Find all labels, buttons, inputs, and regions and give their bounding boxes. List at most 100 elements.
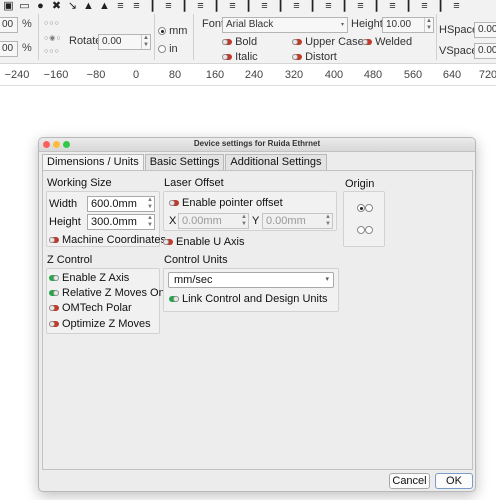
align-icon[interactable]: ┃	[274, 0, 287, 12]
enable-pointer-offset-toggle[interactable]: Enable pointer offset	[169, 197, 283, 209]
origin-bottom-left-radio[interactable]	[357, 225, 365, 234]
monitor-icon[interactable]: ▭	[18, 0, 31, 12]
align-icon[interactable]: ≡	[290, 0, 303, 12]
stepper-icon[interactable]: ▲ ▼	[146, 215, 154, 229]
stepper-icon[interactable]: ▲ ▼	[240, 214, 248, 228]
dialog-titlebar[interactable]: Device settings for Ruida Ethrnet	[39, 138, 475, 152]
optimize-z-moves-toggle[interactable]: Optimize Z Moves	[49, 318, 151, 330]
ruler-tick: −160	[43, 69, 69, 81]
icon-strip: ▣ ▭ ● ✖ ↘ ▲ ▲ ≡ ≡ ┃ ≡ ┃ ≡ ┃ ≡ ┃ ≡ ┃ ≡ ┃ …	[0, 0, 496, 12]
height-field[interactable]: 300.0mm ▲ ▼	[87, 214, 155, 230]
omtech-polar-toggle[interactable]: OMTech Polar	[49, 302, 132, 314]
align-icon[interactable]: ≡	[386, 0, 399, 12]
italic-label: Italic	[235, 51, 258, 63]
origin-top-left-radio[interactable]	[357, 203, 365, 212]
align-icon[interactable]: ≡	[194, 0, 207, 12]
align-icon[interactable]: ≡	[162, 0, 175, 12]
machine-coordinates-label: Machine Coordinates	[62, 234, 166, 246]
enable-z-axis-toggle[interactable]: Enable Z Axis	[49, 272, 129, 284]
arrow-icon[interactable]: ▲	[98, 0, 111, 12]
rotate-field[interactable]: 0.00 ▲ ▼	[98, 34, 151, 50]
cancel-button[interactable]: Cancel	[389, 473, 430, 489]
machine-coordinates-toggle[interactable]: Machine Coordinates	[49, 234, 166, 246]
bold-label: Bold	[235, 36, 258, 48]
toggle-off-icon	[49, 237, 59, 244]
hspace-field[interactable]: 0.00	[474, 22, 496, 38]
align-icon[interactable]: ≡	[354, 0, 367, 12]
enable-pointer-offset-label: Enable pointer offset	[182, 197, 283, 209]
anchor-radio-row[interactable]: ○○○	[44, 20, 60, 27]
offset-x-value: 0.00mm	[182, 215, 222, 227]
font-label: Font	[202, 18, 225, 30]
toggle-off-icon	[49, 321, 59, 328]
vspace-field[interactable]: 0.00	[474, 43, 496, 59]
italic-toggle[interactable]: Italic	[222, 51, 258, 63]
align-icon[interactable]: ┃	[178, 0, 191, 12]
welded-toggle[interactable]: Welded	[362, 36, 412, 48]
align-icon[interactable]: ┃	[434, 0, 447, 12]
align-icon[interactable]: ≡	[322, 0, 335, 12]
stepper-icon[interactable]: ▲ ▼	[146, 197, 154, 211]
bold-toggle[interactable]: Bold	[222, 36, 257, 48]
rotate-label: Rotate	[69, 35, 102, 47]
offset-y-field[interactable]: 0.00mm ▲ ▼	[262, 213, 333, 229]
align-icon[interactable]: ≡	[226, 0, 239, 12]
upper-case-toggle[interactable]: Upper Case	[292, 36, 364, 48]
control-units-select[interactable]: mm/sec ▾	[168, 272, 334, 288]
align-icon[interactable]: ┃	[146, 0, 159, 12]
distort-toggle[interactable]: Distort	[292, 51, 337, 63]
relative-z-moves-toggle[interactable]: Relative Z Moves Only	[49, 287, 173, 299]
link-units-toggle[interactable]: Link Control and Design Units	[169, 293, 328, 305]
position-y-field[interactable]: 00	[0, 41, 18, 57]
arrow-icon[interactable]: ↘	[66, 0, 79, 12]
align-icon[interactable]: ┃	[210, 0, 223, 12]
anchor-radio-row[interactable]: ○○○	[44, 48, 60, 55]
tab-dimensions-units[interactable]: Dimensions / Units	[42, 154, 144, 171]
align-icon[interactable]: ≡	[418, 0, 431, 12]
welded-label: Welded	[375, 36, 413, 48]
stepper-icon[interactable]: ▲ ▼	[324, 214, 332, 228]
chevron-down-icon: ▾	[340, 22, 344, 28]
percent-label: %	[22, 42, 32, 54]
ok-button[interactable]: OK	[435, 473, 473, 489]
position-x-field[interactable]: 00	[0, 17, 18, 33]
stepper-icon[interactable]: ▲ ▼	[141, 35, 150, 49]
align-icon[interactable]: ┃	[306, 0, 319, 12]
distort-label: Distort	[305, 51, 337, 63]
align-icon[interactable]: ≡	[114, 0, 127, 12]
align-icon[interactable]: ≡	[130, 0, 143, 12]
align-icon[interactable]: ┃	[242, 0, 255, 12]
tools-icon[interactable]: ✖	[50, 0, 63, 12]
font-select[interactable]: Arial Black ▾	[222, 17, 348, 33]
width-field[interactable]: 600.0mm ▲ ▼	[87, 196, 155, 212]
camera-icon[interactable]: ▣	[2, 0, 15, 12]
origin-bottom-right-radio[interactable]	[365, 225, 373, 234]
horizontal-ruler: −240 −160 −80 0 80 160 240 320 400 480 5…	[0, 64, 496, 86]
toolbar: ▣ ▭ ● ✖ ↘ ▲ ▲ ≡ ≡ ┃ ≡ ┃ ≡ ┃ ≡ ┃ ≡ ┃ ≡ ┃ …	[0, 0, 496, 64]
tab-bar: Dimensions / Units Basic Settings Additi…	[42, 154, 328, 171]
anchor-radio-row[interactable]: ○◉○	[44, 34, 62, 42]
text-height-field[interactable]: 10.00 ▲ ▼	[382, 17, 434, 33]
toggle-off-icon	[222, 39, 232, 46]
align-icon[interactable]: ≡	[258, 0, 271, 12]
ruler-tick: 0	[132, 69, 140, 81]
unit-in-option[interactable]: in	[158, 43, 178, 55]
user-icon[interactable]: ●	[34, 0, 47, 12]
align-icon[interactable]: ┃	[338, 0, 351, 12]
align-icon[interactable]: ≡	[450, 0, 463, 12]
tab-additional-settings[interactable]: Additional Settings	[225, 154, 327, 170]
arrow-icon[interactable]: ▲	[82, 0, 95, 12]
stepper-icon[interactable]: ▲ ▼	[424, 18, 433, 32]
origin-top-right-radio[interactable]	[365, 203, 373, 212]
font-value: Arial Black	[226, 19, 274, 30]
enable-u-axis-toggle[interactable]: Enable U Axis	[163, 236, 244, 248]
tab-basic-settings[interactable]: Basic Settings	[144, 154, 225, 170]
ruler-tick: −240	[4, 69, 30, 81]
unit-mm-option[interactable]: mm	[158, 25, 187, 37]
align-icon[interactable]: ┃	[370, 0, 383, 12]
vspace-value: 0.00	[478, 45, 496, 56]
align-icon[interactable]: ┃	[402, 0, 415, 12]
tab-panel: Working Size Width 600.0mm ▲ ▼ Height 300…	[42, 170, 473, 470]
offset-x-field[interactable]: 0.00mm ▲ ▼	[178, 213, 249, 229]
percent-label: %	[22, 18, 32, 30]
